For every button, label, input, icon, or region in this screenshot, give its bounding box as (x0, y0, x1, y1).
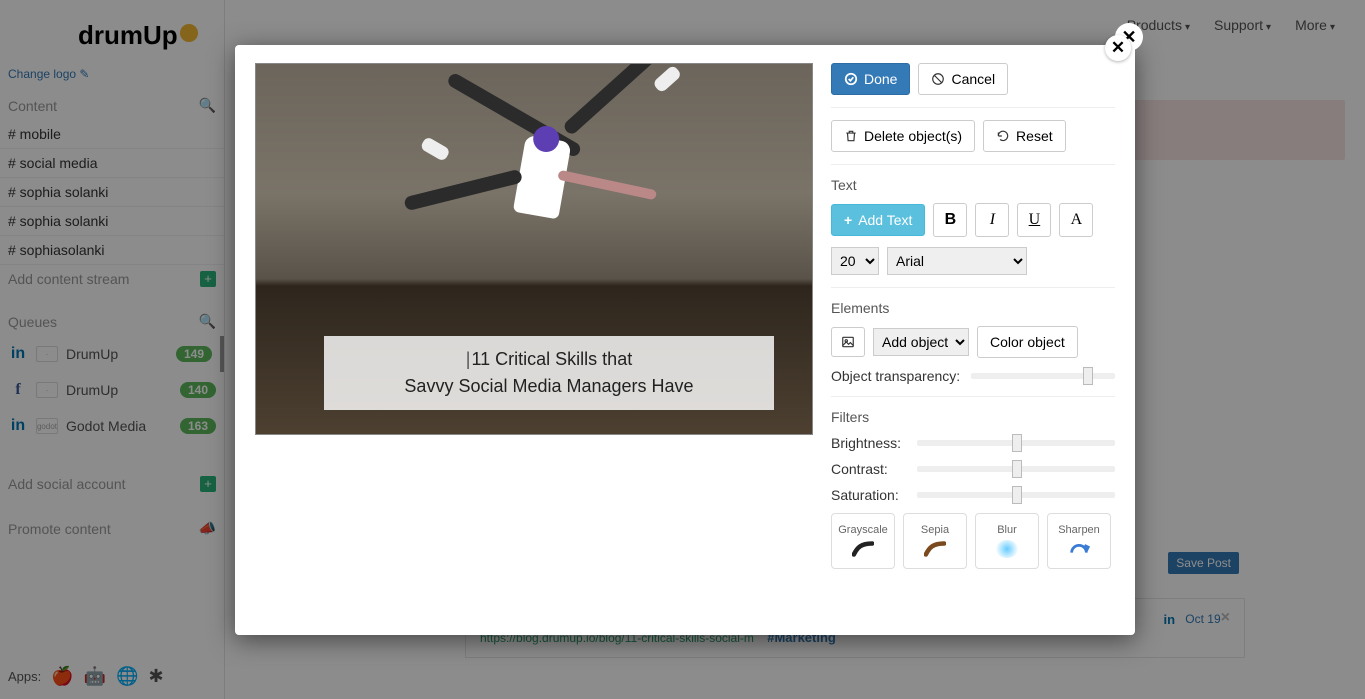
dancer-image (409, 78, 669, 298)
underline-button[interactable]: U (1017, 203, 1051, 237)
image-editor-modal: ✕ ✕ 11 Critical Skills that Savvy Social… (235, 45, 1135, 635)
filter-blur[interactable]: Blur (975, 513, 1039, 569)
cancel-circle-icon (931, 72, 945, 86)
italic-button[interactable]: I (975, 203, 1009, 237)
cancel-button[interactable]: Cancel (918, 63, 1008, 95)
close-icon[interactable]: ✕ (1105, 35, 1131, 61)
done-button[interactable]: Done (831, 63, 910, 95)
grayscale-swatch-icon (852, 540, 874, 558)
transparency-slider[interactable] (971, 373, 1115, 379)
contrast-label: Contrast: (831, 461, 907, 477)
font-family-select[interactable]: Arial (887, 247, 1027, 275)
saturation-label: Saturation: (831, 487, 907, 503)
image-canvas[interactable]: 11 Critical Skills that Savvy Social Med… (255, 63, 813, 435)
transparency-label: Object transparency: (831, 368, 961, 384)
filter-sharpen[interactable]: Sharpen (1047, 513, 1111, 569)
filters-section-header: Filters (831, 409, 1115, 425)
sharpen-swatch-icon (1068, 540, 1090, 558)
contrast-slider[interactable] (917, 466, 1115, 472)
overlay-line-2: Savvy Social Media Managers Have (340, 373, 758, 400)
delete-objects-button[interactable]: Delete object(s) (831, 120, 975, 152)
check-circle-icon (844, 72, 858, 86)
text-color-button[interactable]: A (1059, 203, 1093, 237)
elements-section-header: Elements (831, 300, 1115, 316)
bold-button[interactable]: B (933, 203, 967, 237)
overlay-line-1: 11 Critical Skills that (340, 346, 758, 373)
filter-sepia[interactable]: Sepia (903, 513, 967, 569)
refresh-icon (996, 129, 1010, 143)
canvas-text-overlay[interactable]: 11 Critical Skills that Savvy Social Med… (324, 336, 774, 410)
upload-image-button[interactable] (831, 327, 865, 357)
brightness-slider[interactable] (917, 440, 1115, 446)
add-text-button[interactable]: + Add Text (831, 204, 925, 236)
font-size-select[interactable]: 20 (831, 247, 879, 275)
saturation-slider[interactable] (917, 492, 1115, 498)
add-objects-select[interactable]: Add objects (873, 328, 969, 356)
sepia-swatch-icon (924, 540, 946, 558)
editor-panel: Done Cancel Delete object(s) Reset (831, 63, 1115, 617)
trash-icon (844, 129, 858, 143)
brightness-label: Brightness: (831, 435, 907, 451)
blur-swatch-icon (996, 540, 1018, 558)
text-section-header: Text (831, 177, 1115, 193)
filter-grayscale[interactable]: Grayscale (831, 513, 895, 569)
reset-button[interactable]: Reset (983, 120, 1066, 152)
color-object-button[interactable]: Color object (977, 326, 1078, 358)
image-icon (841, 335, 855, 349)
plus-icon: + (844, 212, 852, 228)
